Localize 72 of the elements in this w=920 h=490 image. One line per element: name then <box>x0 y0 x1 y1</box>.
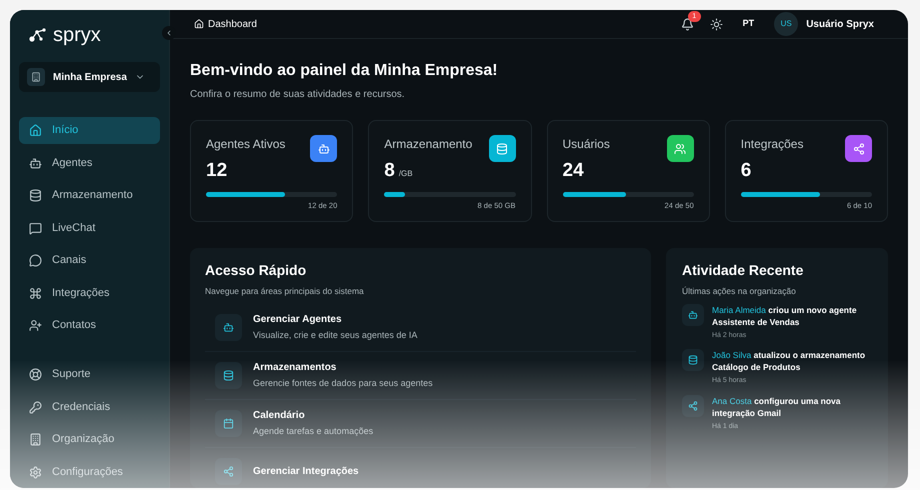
stat-value: 12 <box>206 159 228 183</box>
database-icon <box>496 142 508 154</box>
lifebuoy-icon <box>29 368 42 381</box>
stat-unit: /GB <box>398 168 413 180</box>
quick-access-description: Agende tarefas e automações <box>253 425 374 438</box>
brand-name: spryx <box>53 25 101 45</box>
stat-value: 8 <box>384 159 395 183</box>
robot-icon <box>688 310 698 320</box>
quick-access-title: Gerenciar Agentes <box>253 313 343 327</box>
sidebar-item[interactable]: Contatos <box>19 312 160 339</box>
home-icon <box>194 19 204 29</box>
activity-text: João Silva atualizou o armazenamento Catálogo de Produtos <box>712 349 866 374</box>
activity-text: Ana Costa configurou uma nova integração Gmail <box>712 394 840 419</box>
bell-icon[interactable] <box>680 18 694 30</box>
page-title: Bem-vindo ao painel da Minha Empresa! <box>190 61 499 81</box>
database-icon <box>688 355 698 366</box>
quick-access-title: Armazenamentos <box>253 361 338 375</box>
quick-access-description: Visualize, crie e edite seus agentes de IA <box>253 329 418 342</box>
stat-label: Agentes Ativos <box>206 136 286 153</box>
sidebar-item[interactable]: Início <box>19 117 160 144</box>
panel-title: Acesso Rápido <box>205 261 308 280</box>
share-icon <box>852 142 864 154</box>
user-avatar[interactable]: US <box>774 12 798 36</box>
panel-title: Atividade Recente <box>682 261 804 280</box>
stat-value: 24 <box>562 159 584 183</box>
stat-label: Integrações <box>740 136 804 153</box>
page-subtitle: Confira o resumo de suas atividades e recursos. <box>190 88 406 102</box>
robot-icon <box>318 142 330 154</box>
quick-access-item[interactable]: Gerenciar Agentes Visualize, crie e edite seus agentes de IA <box>205 304 636 352</box>
calendar-icon <box>223 418 234 429</box>
building-icon <box>29 433 42 446</box>
sidebar-item[interactable]: Agentes <box>19 150 160 176</box>
key-icon <box>29 400 42 414</box>
database-icon <box>29 189 42 202</box>
sidebar-item[interactable]: Canais <box>19 247 160 274</box>
sidebar-item[interactable]: Suporte <box>19 361 160 388</box>
logo-icon <box>29 27 47 43</box>
quick-access-title: Gerenciar Integrações <box>253 464 359 479</box>
sidebar-item[interactable]: LiveChat <box>19 214 160 242</box>
sidebar-item[interactable]: Integrações <box>19 280 160 306</box>
collapse-button[interactable] <box>162 26 176 40</box>
building-icon <box>31 72 41 82</box>
organization-switcher[interactable]: Minha Empresa <box>19 62 160 92</box>
robot-icon <box>223 322 234 333</box>
database-icon <box>223 370 234 381</box>
language-button[interactable]: PT <box>738 17 758 31</box>
breadcrumb-link[interactable]: Dashboard <box>194 16 257 32</box>
home-icon <box>29 124 42 137</box>
quick-access-title: Calendário <box>253 409 306 423</box>
panel-subtitle: Últimas ações na organização <box>682 285 797 298</box>
robot-icon <box>29 156 42 170</box>
share-icon <box>223 466 234 477</box>
speech-bubble-icon <box>29 254 42 267</box>
share-icon <box>688 400 698 411</box>
add-user-icon <box>29 319 42 332</box>
stat-label: Armazenamento <box>384 136 472 153</box>
stat-value: 6 <box>740 159 752 183</box>
sidebar-item[interactable]: Armazenamento <box>19 182 160 209</box>
chat-icon <box>29 222 42 234</box>
sidebar-item[interactable]: Credenciais <box>19 394 160 420</box>
chevron-left-icon <box>165 29 173 37</box>
quick-access-description: Gerencie fontes de dados para seus agentes <box>253 377 433 390</box>
settings-icon <box>29 466 42 478</box>
quick-access-item[interactable]: Calendário Agende tarefas e automações <box>205 400 636 448</box>
quick-access-item[interactable]: Armazenamentos Gerencie fontes de dados para seus agentes <box>205 352 636 400</box>
panel-subtitle: Navegue para áreas principais do sistema <box>205 285 365 298</box>
stat-label: Usuários <box>562 136 610 153</box>
user-name: Usuário Spryx <box>806 18 874 32</box>
activity-text: Maria Almeida criou um novo agente Assistente de Vendas <box>712 304 857 328</box>
command-key-icon <box>29 286 42 300</box>
users-icon <box>674 142 686 154</box>
theme-toggle-icon[interactable] <box>710 18 723 30</box>
